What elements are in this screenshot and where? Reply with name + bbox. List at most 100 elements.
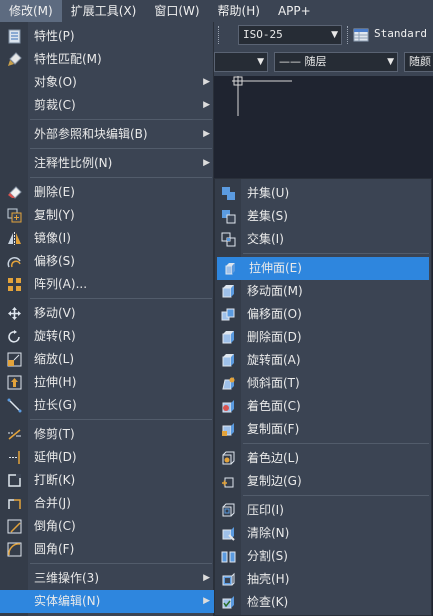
menu-item-extend[interactable]: 延伸(D) [0,446,214,469]
lengthen-icon [7,398,22,413]
menu-item-copy[interactable]: 复制(Y) [0,204,214,227]
menu-item-check[interactable]: 检查(K) [215,591,431,614]
menu-item-color-edges[interactable]: 着色边(L) [215,447,431,470]
menu-item-object[interactable]: 对象(O) ▶ [0,71,214,94]
menu-item-offset-faces[interactable]: 偏移面(O) [215,303,431,326]
rotate-face-icon [221,353,236,368]
color-select[interactable]: ▼ [214,52,268,72]
dimstyle-select[interactable]: ISO-25 ▼ [238,25,342,45]
menu-item-trim[interactable]: 修剪(T) [0,423,214,446]
menu-item-union[interactable]: 并集(U) [215,182,431,205]
menu-item-label: 偏移(S) [34,254,75,268]
menu-item-label: 着色边(L) [247,451,300,465]
menu-separator [30,119,212,120]
menu-item-move[interactable]: 移动(V) [0,302,214,325]
menu-item-label: 拉伸面(E) [249,261,302,275]
menu-item-lengthen[interactable]: 拉长(G) [0,394,214,417]
subtract-icon [221,209,236,224]
chevron-down-icon: ▼ [331,30,338,40]
menu-modify[interactable]: 修改(M) [0,0,62,22]
scale-icon [7,352,22,367]
menu-item-copy-edges[interactable]: 复制边(G) [215,470,431,493]
rotate-icon [7,329,22,344]
menu-separator [30,419,212,420]
menu-item-label: 并集(U) [247,186,290,200]
menu-item-label: 阵列(A)... [34,277,88,291]
menu-item-solid-editing[interactable]: 实体编辑(N) ▶ [0,590,214,613]
menu-item-label: 三维操作(3) [34,571,99,585]
menu-item-move-faces[interactable]: 移动面(M) [215,280,431,303]
menu-extend-tools[interactable]: 扩展工具(X) [62,0,146,22]
stretch-icon [7,375,22,390]
menu-item-match-properties[interactable]: 特性匹配(M) [0,48,214,71]
linetype-select[interactable]: —— 随层 ▼ [274,52,398,72]
submenu-arrow-icon: ▶ [203,158,210,168]
menu-item-label: 打断(K) [34,473,76,487]
menu-item-annotative-scale[interactable]: 注释性比例(N) ▶ [0,152,214,175]
menu-item-intersect[interactable]: 交集(I) [215,228,431,251]
taper-face-icon [221,376,236,391]
menu-item-fillet[interactable]: 圆角(F) [0,538,214,561]
erase-icon [7,185,22,200]
menu-item-separate[interactable]: 分割(S) [215,545,431,568]
offset-face-icon [221,307,236,322]
menu-item-break[interactable]: 打断(K) [0,469,214,492]
menu-item-label: 移动面(M) [247,284,303,298]
menu-item-stretch[interactable]: 拉伸(H) [0,371,214,394]
menu-item-rotate-faces[interactable]: 旋转面(A) [215,349,431,372]
properties-icon [7,29,22,44]
copy-edge-icon [221,474,236,489]
menu-item-taper-faces[interactable]: 倾斜面(T) [215,372,431,395]
menu-item-label: 延伸(D) [34,450,77,464]
color-face-icon [221,399,236,414]
menu-item-label: 对象(O) [34,75,77,89]
menu-item-delete-faces[interactable]: 删除面(D) [215,326,431,349]
menu-item-erase[interactable]: 删除(E) [0,181,214,204]
menu-item-rotate[interactable]: 旋转(R) [0,325,214,348]
mirror-icon [7,231,22,246]
menu-item-label: 差集(S) [247,209,288,223]
menu-item-label: 复制(Y) [34,208,75,222]
menu-item-subtract[interactable]: 差集(S) [215,205,431,228]
clean-icon [221,526,236,541]
menu-item-offset[interactable]: 偏移(S) [0,250,214,273]
menu-item-extrude-faces[interactable]: 拉伸面(E) [217,257,429,280]
menu-separator [30,563,212,564]
menu-separator [243,495,429,496]
offset-icon [7,254,22,269]
menu-item-mirror[interactable]: 镜像(I) [0,227,214,250]
table-style-value[interactable]: Standard [374,27,427,40]
submenu-arrow-icon: ▶ [203,573,210,583]
menu-item-3d-operations[interactable]: 三维操作(3) ▶ [0,567,214,590]
menu-item-label: 抽壳(H) [247,572,290,586]
menu-item-clip[interactable]: 剪裁(C) ▶ [0,94,214,117]
table-style-icon[interactable] [353,27,369,43]
menu-separator [30,298,212,299]
menu-separator [243,443,429,444]
menu-item-chamfer[interactable]: 倒角(C) [0,515,214,538]
menu-item-clean[interactable]: 清除(N) [215,522,431,545]
submenu-arrow-icon: ▶ [203,596,210,606]
menu-item-scale[interactable]: 缩放(L) [0,348,214,371]
lineweight-select[interactable]: 随颜 [404,52,433,72]
color-edge-icon [221,451,236,466]
extend-icon [7,450,22,465]
menu-item-color-faces[interactable]: 着色面(C) [215,395,431,418]
menu-help[interactable]: 帮助(H) [209,0,269,22]
menu-item-xref-block-edit[interactable]: 外部参照和块编辑(B) ▶ [0,123,214,146]
menu-separator [30,177,212,178]
menu-item-label: 剪裁(C) [34,98,76,112]
toolbar-grip[interactable] [218,26,220,44]
chevron-down-icon: ▼ [257,57,264,67]
menu-item-properties[interactable]: 特性(P) [0,25,214,48]
menu-window[interactable]: 窗口(W) [145,0,208,22]
menu-item-copy-faces[interactable]: 复制面(F) [215,418,431,441]
solid-editing-submenu: 并集(U) 差集(S) 交集(I) 拉伸面(E) 移动面(M) 偏移面(O) 删… [214,178,432,616]
menu-item-array[interactable]: 阵列(A)... [0,273,214,296]
menu-app-plus[interactable]: APP+ [269,0,320,22]
menu-item-join[interactable]: 合并(J) [0,492,214,515]
menu-item-imprint[interactable]: 压印(I) [215,499,431,522]
menu-item-shell[interactable]: 抽壳(H) [215,568,431,591]
menu-item-label: 外部参照和块编辑(B) [34,127,148,141]
menu-item-label: 复制边(G) [247,474,302,488]
